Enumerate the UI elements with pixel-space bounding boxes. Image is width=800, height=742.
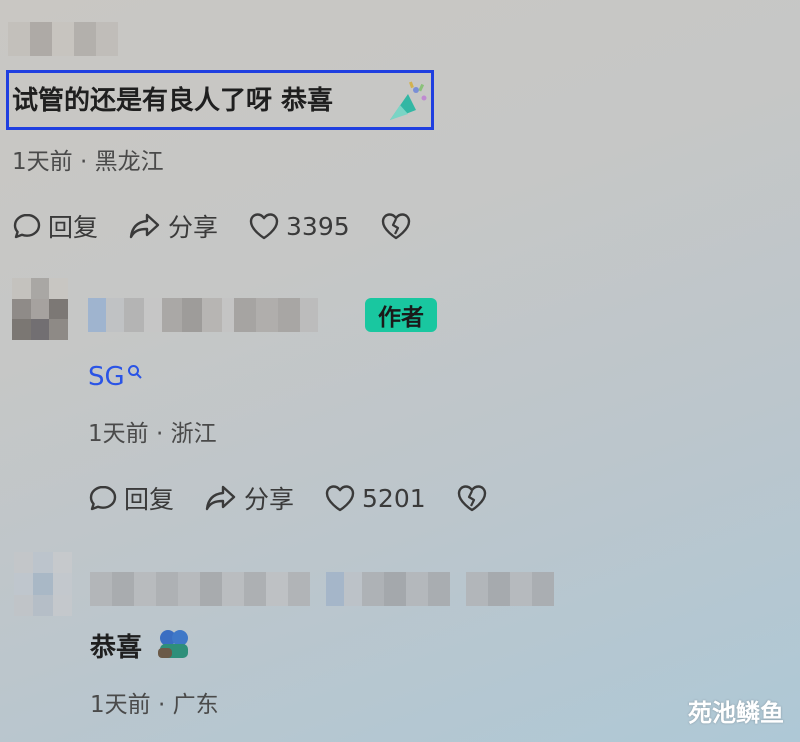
dislike-button[interactable] (456, 483, 494, 513)
comment-meta: 1天前 · 广东 (90, 692, 219, 718)
heart-icon (249, 213, 279, 240)
search-link[interactable]: SG (88, 362, 143, 392)
username-blurred (90, 572, 554, 606)
comment-text: 恭喜 (90, 635, 142, 661)
comment-text-content: 恭喜 (90, 633, 143, 663)
comment-actions: 回复 分享 5201 (88, 480, 524, 516)
comment-text-content: 试管的还是有良人了呀 恭喜 (12, 86, 334, 116)
avatar[interactable] (12, 278, 68, 340)
watermark: 苑池鳞鱼 (688, 699, 784, 727)
share-icon (129, 213, 160, 239)
reply-label: 回复 (48, 213, 99, 242)
reply-label: 回复 (124, 485, 175, 514)
username-blurred (88, 298, 318, 332)
search-link-text: SG (88, 362, 125, 392)
reply-button[interactable]: 回复 (12, 208, 98, 244)
hug-icon (154, 626, 194, 666)
dislike-button[interactable] (380, 211, 418, 241)
share-button[interactable]: 分享 (204, 480, 294, 516)
like-button[interactable]: 3395 (248, 211, 350, 241)
reply-icon (89, 485, 117, 511)
broken-heart-icon (381, 213, 410, 240)
share-icon (205, 485, 236, 511)
reply-button[interactable]: 回复 (88, 480, 174, 516)
share-button[interactable]: 分享 (128, 208, 218, 244)
comment-meta: 1天前 · 浙江 (88, 421, 217, 447)
author-badge: 作者 (365, 298, 437, 332)
share-label: 分享 (244, 485, 295, 514)
share-label: 分享 (168, 213, 219, 242)
avatar[interactable] (14, 552, 72, 616)
broken-heart-icon (457, 485, 486, 512)
comment-actions: 回复 分享 3395 (12, 208, 448, 244)
like-count: 3395 (286, 211, 350, 241)
comment-meta: 1天前 · 黑龙江 (12, 149, 164, 175)
search-icon (127, 365, 142, 379)
reply-icon (13, 213, 41, 239)
username-blurred (8, 22, 118, 56)
like-count: 5201 (362, 483, 426, 513)
heart-icon (325, 485, 355, 512)
like-button[interactable]: 5201 (324, 483, 426, 513)
comment-text: 试管的还是有良人了呀 恭喜 (12, 88, 333, 114)
party-popper-icon (386, 80, 430, 128)
